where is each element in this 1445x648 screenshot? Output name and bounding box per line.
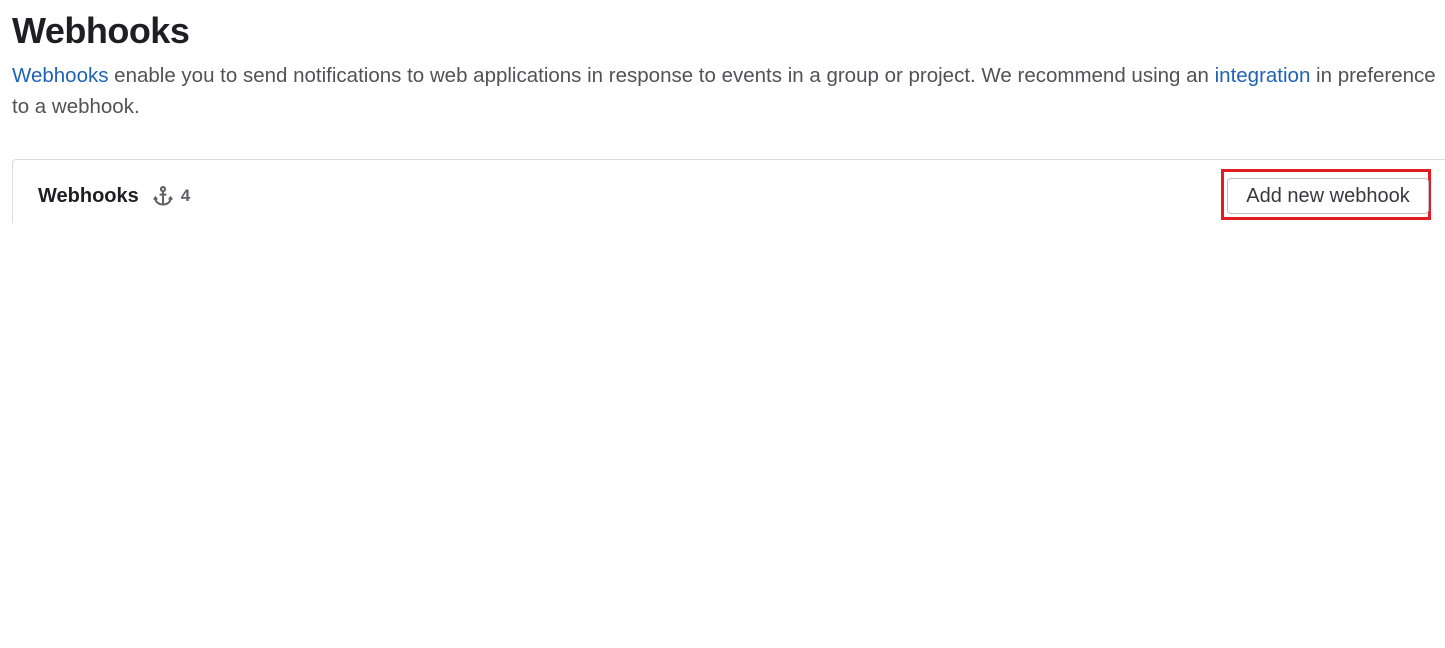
webhook-count-badge: 4: [152, 185, 190, 207]
integration-link[interactable]: integration: [1215, 64, 1311, 87]
anchor-icon: [152, 186, 173, 206]
add-new-webhook-button[interactable]: Add new webhook: [1227, 178, 1429, 214]
description-text-1: enable you to send notifications to web …: [108, 64, 1215, 87]
page-description: Webhooks enable you to send notification…: [12, 60, 1442, 122]
webhooks-card: Webhooks 4 Add new webhook: [12, 159, 1445, 223]
card-title: Webhooks: [38, 184, 139, 207]
card-header: Webhooks 4: [38, 182, 190, 210]
webhooks-help-link[interactable]: Webhooks: [12, 64, 108, 87]
page-title: Webhooks: [12, 10, 190, 51]
webhook-count: 4: [180, 186, 191, 205]
